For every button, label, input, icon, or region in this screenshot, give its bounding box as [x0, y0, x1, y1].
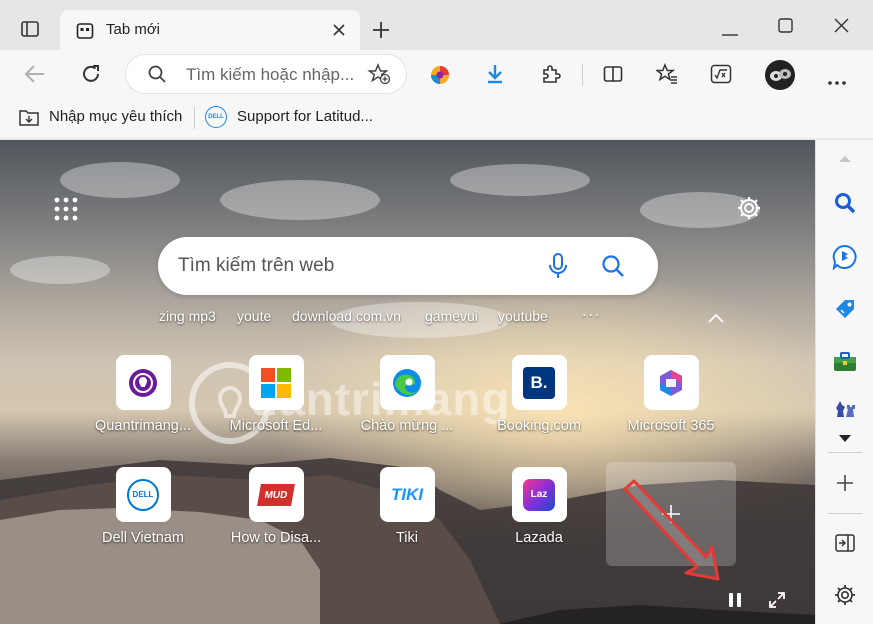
split-screen-icon[interactable] — [603, 64, 623, 89]
dell-icon: DELL — [205, 106, 227, 128]
tile-lazada[interactable]: Laz Lazada — [479, 467, 599, 546]
title-bar: Tab mới — [0, 0, 873, 50]
quick-link-5[interactable]: youtube — [498, 308, 548, 324]
scroll-down-icon[interactable] — [816, 430, 873, 446]
chevron-up-icon[interactable] — [708, 310, 724, 328]
tile-microsoft-edge[interactable]: Microsoft Ed... — [216, 355, 336, 434]
close-tab-icon[interactable] — [332, 23, 346, 42]
tile-booking[interactable]: B. Booking.com — [479, 355, 599, 434]
tools-briefcase-icon[interactable] — [816, 345, 873, 379]
extensions-icon[interactable] — [541, 64, 561, 89]
back-icon[interactable] — [24, 64, 46, 89]
quick-link-1[interactable]: zing mp3 — [159, 308, 216, 324]
apps-grid-icon[interactable] — [54, 197, 78, 226]
edge-icon — [379, 355, 435, 410]
more-quick-links[interactable]: ... — [582, 303, 601, 321]
import-favorites-link[interactable]: Nhập mục yêu thích — [49, 108, 182, 125]
tile-quantrimang[interactable]: Quantrimang... — [83, 355, 203, 434]
quantrimang-icon — [115, 355, 171, 410]
scroll-up-icon[interactable] — [816, 148, 873, 168]
toolbar: Tìm kiếm hoặc nhập... — [0, 50, 873, 98]
address-bar[interactable]: Tìm kiếm hoặc nhập... — [126, 55, 406, 93]
lazada-letters: Laz — [530, 489, 548, 500]
new-tab-icon — [76, 22, 94, 45]
new-tab-page: Tìm kiếm trên web zing mp3 youte downloa… — [0, 140, 815, 624]
tile-label: Microsoft 365 — [627, 418, 715, 434]
tile-chao-mung[interactable]: Chào mừng ... — [347, 355, 467, 434]
sidebar-add-icon[interactable] — [816, 470, 873, 496]
quick-link-4[interactable]: gamevui — [425, 308, 478, 324]
tab-new[interactable]: Tab mới — [60, 10, 360, 50]
avatar[interactable] — [765, 60, 795, 90]
refresh-icon[interactable] — [80, 63, 102, 90]
sidebar-search-icon[interactable] — [816, 188, 873, 218]
tile-label: Booking.com — [497, 418, 581, 434]
extension-colorful-icon[interactable] — [430, 65, 450, 90]
import-favorites-icon — [18, 107, 40, 132]
mud-icon: MUD — [248, 467, 304, 522]
tile-how-to-disable[interactable]: MUD How to Disa... — [216, 467, 336, 546]
web-search-input[interactable]: Tìm kiếm trên web — [178, 255, 334, 277]
favorites-icon[interactable] — [654, 63, 678, 90]
page-settings-icon[interactable] — [736, 195, 762, 226]
shopping-tag-icon[interactable] — [816, 292, 873, 326]
tile-microsoft-365[interactable]: Microsoft 365 — [611, 355, 731, 434]
booking-letter: B. — [530, 372, 548, 392]
close-window-icon[interactable] — [834, 18, 849, 38]
tab-actions-icon[interactable] — [18, 17, 42, 41]
tile-tiki[interactable]: TIKI Tiki — [347, 467, 467, 546]
tile-label: Microsoft Ed... — [229, 418, 323, 434]
minimize-icon[interactable] — [722, 24, 738, 42]
tile-label: Quantrimang... — [95, 418, 191, 434]
booking-icon: B. — [511, 355, 567, 410]
dell-letters: DELL — [132, 490, 154, 499]
maximize-icon[interactable] — [778, 18, 793, 38]
address-input[interactable]: Tìm kiếm hoặc nhập... — [186, 65, 354, 85]
more-menu-icon[interactable] — [828, 72, 846, 90]
microphone-icon[interactable] — [548, 253, 568, 284]
tile-label: Chào mừng ... — [360, 418, 454, 434]
new-tab-plus-icon[interactable] — [371, 20, 391, 45]
hide-sidebar-icon[interactable] — [816, 530, 873, 556]
search-icon — [148, 65, 166, 88]
web-search-box[interactable]: Tìm kiếm trên web — [158, 237, 658, 295]
lazada-icon: Laz — [511, 467, 567, 522]
right-sidebar — [815, 140, 873, 624]
tiki-icon: TIKI — [379, 467, 435, 522]
tile-label: Lazada — [515, 530, 563, 546]
pause-background-icon[interactable] — [727, 592, 743, 613]
tile-label: How to Disa... — [230, 530, 322, 546]
favbar-divider — [194, 107, 195, 129]
add-favorite-icon[interactable] — [367, 63, 391, 90]
mud-letters: MUD — [263, 489, 289, 500]
tile-dell-vietnam[interactable]: DELL Dell Vietnam — [83, 467, 203, 546]
quick-link-3[interactable]: download.com.vn — [292, 308, 401, 324]
support-latitude-link[interactable]: Support for Latitud... — [237, 108, 373, 125]
fullscreen-icon[interactable] — [768, 591, 786, 614]
favorites-bar: Nhập mục yêu thích DELL Support for Lati… — [0, 98, 873, 138]
microsoft-logo-icon — [248, 355, 304, 410]
search-submit-icon[interactable] — [601, 254, 625, 283]
tiki-letters: TIKI — [390, 484, 424, 504]
toolbar-divider — [582, 64, 583, 86]
tab-title: Tab mới — [106, 21, 161, 38]
sidebar-settings-icon[interactable] — [816, 582, 873, 608]
games-chess-icon[interactable] — [816, 396, 873, 422]
sidebar-divider — [828, 452, 862, 453]
tile-label: Dell Vietnam — [102, 530, 184, 546]
download-icon[interactable] — [486, 64, 504, 89]
bing-chat-icon[interactable] — [816, 240, 873, 274]
sidebar-divider-2 — [828, 513, 862, 514]
dell-logo-icon: DELL — [115, 467, 171, 522]
microsoft-365-icon — [643, 355, 699, 410]
red-arrow-annotation — [623, 479, 720, 581]
quick-link-2[interactable]: youte — [237, 308, 271, 324]
tile-label: Tiki — [395, 530, 418, 546]
math-solver-icon[interactable] — [710, 64, 732, 89]
